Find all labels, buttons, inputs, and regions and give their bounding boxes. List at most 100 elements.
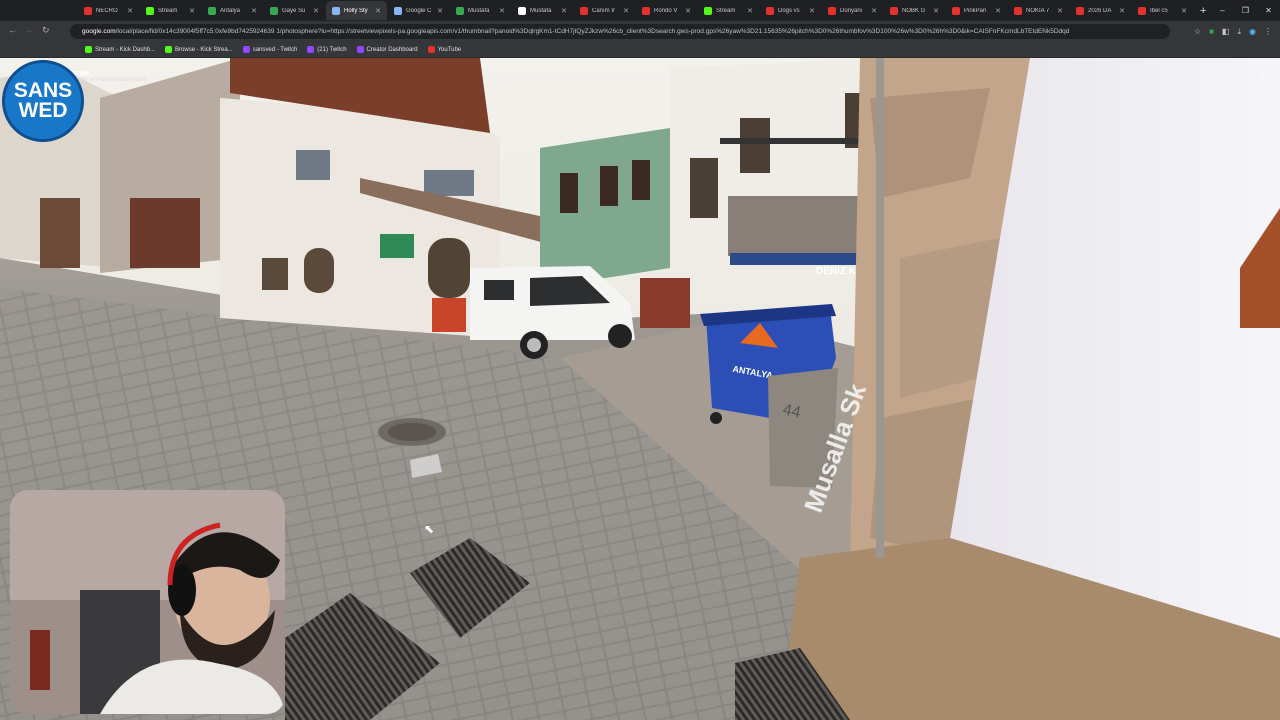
bookmark-item[interactable]: YouTube (427, 46, 461, 53)
tab-close-icon[interactable]: ✕ (995, 7, 1001, 15)
street-view-panorama[interactable]: DENİZ K ANTALYA 44 Musalla Sk SANS WED G… (0, 58, 1280, 720)
browser-tab[interactable]: Stream ✕ (698, 1, 759, 20)
window-controls: – ❐ ✕ (1211, 0, 1280, 21)
bookmark-label: Browse - Kick Strea... (175, 46, 233, 53)
tab-label: Dünyanı (840, 7, 863, 14)
bookmarks-bar: Stream - Kick Dashb... Browse - Kick Stre… (0, 42, 1280, 58)
bookmark-item[interactable]: sansved - Twitch (242, 46, 298, 53)
tab-close-icon[interactable]: ✕ (871, 7, 877, 15)
bookmark-item[interactable]: (21) Twitch (307, 46, 347, 53)
tab-close-icon[interactable]: ✕ (1119, 7, 1125, 15)
bookmark-favicon-icon (427, 46, 435, 53)
tab-close-icon[interactable]: ✕ (375, 7, 381, 15)
tab-favicon-icon (828, 6, 836, 15)
tab-close-icon[interactable]: ✕ (313, 7, 319, 15)
tab-label: Rondo V (654, 7, 678, 14)
address-bar[interactable]: google.com/local/place/fid/0x14c39004f5f… (70, 24, 1170, 39)
browser-tab[interactable]: NOKIA 7 ✕ (1008, 1, 1069, 20)
extension-icon[interactable]: ■ (1209, 24, 1214, 39)
tab-close-icon[interactable]: ✕ (251, 7, 257, 15)
tab-favicon-icon (766, 6, 774, 15)
tab-close-icon[interactable]: ✕ (933, 7, 939, 15)
bookmark-favicon-icon (242, 46, 250, 53)
tab-label: NOKIA 7 (1026, 7, 1050, 14)
browser-toolbar: ← → ↻ google.com/local/place/fid/0x14c39… (0, 21, 1280, 42)
tab-favicon-icon (890, 6, 898, 15)
tab-favicon-icon (146, 6, 154, 15)
browser-tab[interactable]: Rondo V ✕ (636, 1, 697, 20)
bookmark-item[interactable]: Stream - Kick Dashb... (85, 46, 155, 53)
tab-favicon-icon (332, 6, 340, 15)
tab-bar: NECRO ✕ Stream ✕ Antalya ✕ Gaye Su ✕ Holly Sty ✕ G… (0, 0, 1280, 21)
browser-tab[interactable]: PinkPan ✕ (946, 1, 1007, 20)
browser-tab[interactable]: Gaye Su ✕ (264, 1, 325, 20)
tab-favicon-icon (84, 6, 92, 15)
tab-favicon-icon (394, 6, 402, 15)
bookmark-label: sansved - Twitch (252, 46, 298, 53)
more-options-icon[interactable]: ⋮ (1257, 70, 1268, 83)
bookmark-label: (21) Twitch (317, 46, 347, 53)
tab-favicon-icon (1076, 6, 1084, 15)
browser-tab[interactable]: Mustafa ✕ (450, 1, 511, 20)
tab-close-icon[interactable]: ✕ (1057, 7, 1063, 15)
back-arrow-icon[interactable]: ← (8, 25, 17, 35)
bookmark-star-icon[interactable]: ☆ (1194, 24, 1201, 39)
profile-icon[interactable]: ◉ (1249, 24, 1256, 39)
browser-tab[interactable]: Mustafa ✕ (512, 1, 573, 20)
tab-close-icon[interactable]: ✕ (809, 7, 815, 15)
maximize-button[interactable]: ❐ (1234, 0, 1257, 21)
browser-tab[interactable]: 2026 DA ✕ (1070, 1, 1131, 20)
extensions-puzzle-icon[interactable]: ◧ (1222, 24, 1230, 39)
tab-label: Google C (406, 7, 432, 14)
tab-favicon-icon (1014, 6, 1022, 15)
tab-close-icon[interactable]: ✕ (685, 7, 691, 15)
mouse-cursor-icon: ⬉ (424, 522, 435, 536)
forward-arrow-icon[interactable]: → (24, 25, 33, 35)
tab-close-icon[interactable]: ✕ (747, 7, 753, 15)
tab-label: PinkPan (964, 7, 987, 14)
tab-close-icon[interactable]: ✕ (561, 7, 567, 15)
reload-icon[interactable]: ↻ (42, 25, 50, 36)
browser-tab[interactable]: Dogs vs ✕ (760, 1, 821, 20)
browser-tab[interactable]: Dünyanı ✕ (822, 1, 883, 20)
tab-close-icon[interactable]: ✕ (1181, 7, 1187, 15)
tab-close-icon[interactable]: ✕ (127, 7, 133, 15)
browser-tab[interactable]: Antalya ✕ (202, 1, 263, 20)
tab-label: Stream (158, 7, 178, 14)
bookmark-label: Creator Dashboard (366, 46, 418, 53)
address-domain: google.com (82, 28, 116, 35)
minimize-button[interactable]: – (1211, 0, 1234, 21)
bookmark-item[interactable]: Browse - Kick Strea... (165, 46, 233, 53)
browser-tab[interactable]: Holly Sty ✕ (326, 1, 387, 20)
browser-tab[interactable]: Stream ✕ (140, 1, 201, 20)
browser-tab[interactable]: NECRO ✕ (78, 1, 139, 20)
close-window-button[interactable]: ✕ (1257, 0, 1280, 21)
webcam-overlay (10, 490, 285, 714)
logo-line2: WED (18, 99, 68, 122)
bookmark-label: Stream - Kick Dashb... (95, 46, 156, 53)
browser-tab[interactable]: Ibel c5 ✕ (1132, 1, 1193, 20)
logo-line1: SANS (13, 79, 73, 102)
browser-tab[interactable]: NOBK G ✕ (884, 1, 945, 20)
browser-tab[interactable]: Canım İr ✕ (574, 1, 635, 20)
tab-favicon-icon (518, 6, 526, 15)
downloads-icon[interactable]: ⤓ (1237, 24, 1241, 39)
tab-label: Antalya (220, 7, 241, 14)
tab-label: 2026 DA (1088, 7, 1112, 14)
tab-close-icon[interactable]: ✕ (437, 7, 443, 15)
tab-label: Gaye Su (282, 7, 306, 14)
streetview-title: Google (66, 70, 91, 77)
tab-favicon-icon (208, 6, 216, 15)
tab-close-icon[interactable]: ✕ (499, 7, 505, 15)
shop-sign: DENİZ K (816, 264, 857, 277)
menu-kebab-icon[interactable]: ⋮ (1264, 24, 1272, 39)
bookmark-item[interactable]: Creator Dashboard (356, 46, 418, 53)
bookmark-favicon-icon (85, 46, 92, 53)
browser-tab[interactable]: Google C ✕ (388, 1, 449, 20)
tab-label: Mustafa (468, 7, 490, 14)
bookmark-favicon-icon (165, 46, 173, 53)
tab-label: Canım İr (592, 7, 616, 14)
tab-close-icon[interactable]: ✕ (189, 7, 195, 15)
tab-close-icon[interactable]: ✕ (623, 7, 629, 15)
new-tab-button[interactable]: + (1200, 5, 1206, 17)
